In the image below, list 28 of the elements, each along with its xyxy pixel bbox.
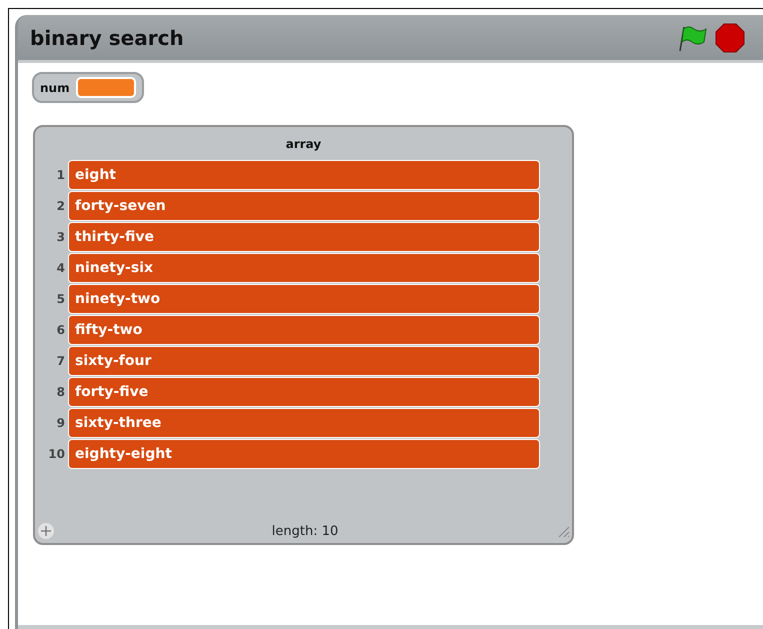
item-index: 1 bbox=[56, 168, 66, 182]
list-item[interactable]: ninety-two bbox=[68, 284, 540, 314]
item-index: 6 bbox=[56, 323, 66, 337]
list-item[interactable]: ninety-six bbox=[68, 253, 540, 283]
list-item[interactable]: sixty-four bbox=[68, 346, 540, 376]
item-index: 2 bbox=[56, 199, 66, 213]
add-icon[interactable] bbox=[38, 523, 54, 539]
item-index: 4 bbox=[56, 261, 66, 275]
list-item[interactable]: eighty-eight bbox=[68, 439, 540, 469]
list-item[interactable]: eight bbox=[68, 160, 540, 190]
list-item[interactable]: thirty-five bbox=[68, 222, 540, 252]
stop-icon[interactable] bbox=[715, 22, 745, 52]
list-item[interactable]: fifty-two bbox=[68, 315, 540, 345]
list-item[interactable]: forty-seven bbox=[68, 191, 540, 221]
item-index: 8 bbox=[56, 385, 66, 399]
project-title: binary search bbox=[30, 26, 184, 50]
item-index: 3 bbox=[56, 230, 66, 244]
list-item[interactable]: forty-five bbox=[68, 377, 540, 407]
item-index: 5 bbox=[56, 292, 66, 306]
variable-name: num bbox=[40, 80, 70, 94]
item-index: 10 bbox=[47, 447, 66, 461]
list-length: length: 10 bbox=[272, 524, 338, 538]
list-item[interactable]: sixty-three bbox=[68, 408, 540, 438]
list-title: array bbox=[284, 136, 322, 153]
item-index: 7 bbox=[56, 354, 66, 368]
variable-value-field bbox=[76, 77, 136, 98]
item-index: 9 bbox=[56, 416, 66, 430]
resize-handle-icon[interactable] bbox=[556, 524, 570, 538]
